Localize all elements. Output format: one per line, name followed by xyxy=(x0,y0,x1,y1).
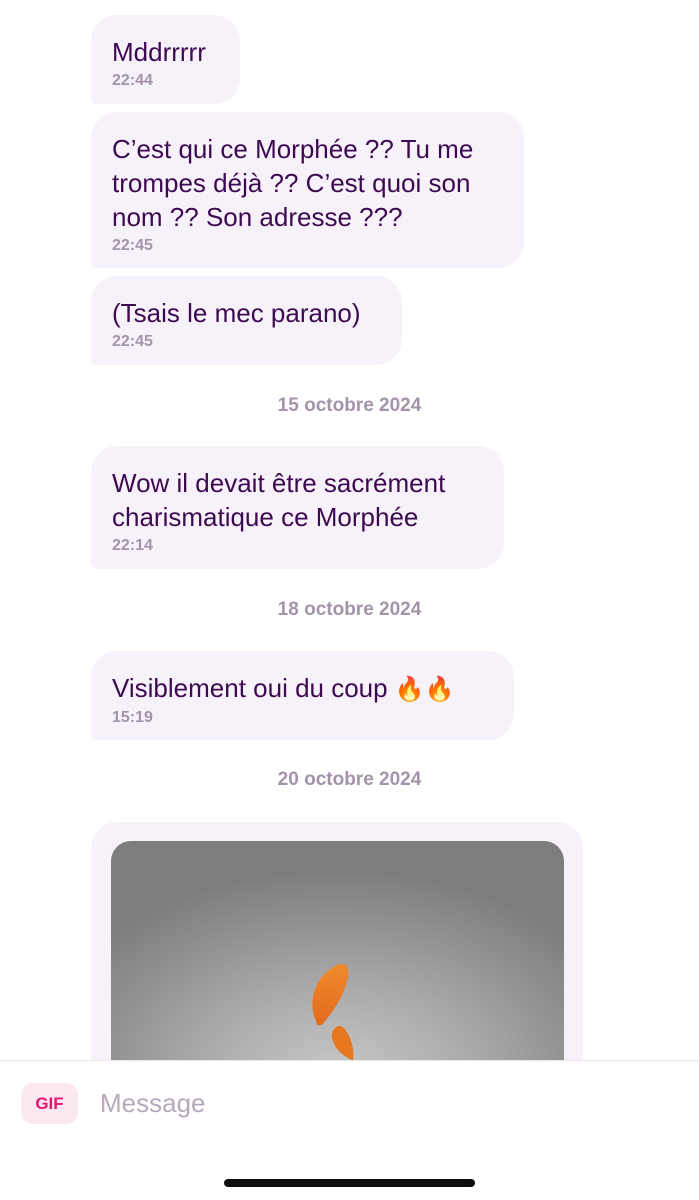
message-text: (Tsais le mec parano) xyxy=(112,298,361,328)
message-text: C’est qui ce Morphée ?? Tu me trompes dé… xyxy=(112,134,474,232)
message-bubble[interactable]: (Tsais le mec parano) 22:45 xyxy=(91,276,402,365)
date-separator: 18 octobre 2024 xyxy=(277,599,422,620)
message-text: Visiblement oui du coup 🔥🔥 xyxy=(112,671,494,706)
message-input[interactable] xyxy=(100,1081,660,1125)
message-time: 22:45 xyxy=(112,237,153,254)
message-bubble[interactable]: Wow il devait être sacrément charismatiq… xyxy=(91,446,504,569)
chat-screen: Mddrrrrr 22:44 C’est qui ce Morphée ?? T… xyxy=(0,0,699,1200)
date-separator: 20 octobre 2024 xyxy=(277,769,422,790)
message-time: 22:44 xyxy=(112,72,153,89)
home-indicator[interactable] xyxy=(224,1179,475,1187)
message-time: 15:19 xyxy=(112,709,153,726)
fire-emoji-icon: 🔥🔥 xyxy=(394,675,455,703)
message-bubble[interactable]: Mddrrrrr 22:44 xyxy=(91,15,240,104)
message-bubble[interactable]: Visiblement oui du coup 🔥🔥 15:19 xyxy=(91,651,514,740)
message-text: Wow il devait être sacrément charismatiq… xyxy=(112,468,446,532)
message-text: Mddrrrrr xyxy=(112,37,206,67)
message-text-content: Visiblement oui du coup xyxy=(112,673,388,703)
message-time: 22:45 xyxy=(112,333,153,350)
message-time: 22:14 xyxy=(112,537,153,554)
gif-button[interactable]: GIF xyxy=(21,1083,78,1124)
message-bubble[interactable]: C’est qui ce Morphée ?? Tu me trompes dé… xyxy=(91,112,524,268)
date-separator: 15 octobre 2024 xyxy=(277,395,422,416)
